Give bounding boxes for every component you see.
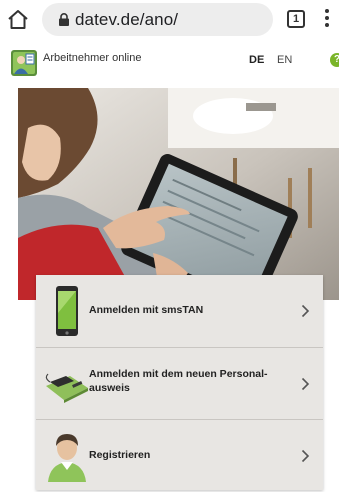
menu-item-label: Anmelden mit smsTAN bbox=[89, 304, 204, 316]
datev-logo-icon[interactable] bbox=[10, 49, 38, 77]
menu-item-label: Registrieren bbox=[89, 449, 151, 461]
help-icon[interactable]: ? bbox=[330, 53, 339, 67]
login-options-menu: Anmelden mit smsTAN Anmelden mit dem neu… bbox=[36, 275, 323, 490]
chevron-right-icon bbox=[301, 449, 310, 463]
language-de-link[interactable]: DE bbox=[249, 54, 264, 66]
app-brand-title: Arbeitnehmer online bbox=[43, 52, 142, 64]
smartphone-icon bbox=[44, 283, 90, 339]
register-button[interactable]: Registrieren bbox=[36, 419, 323, 490]
lock-icon bbox=[58, 13, 70, 26]
tab-switcher-button[interactable]: 1 bbox=[287, 10, 305, 28]
chevron-right-icon bbox=[301, 377, 310, 391]
address-bar[interactable]: datev.de/ano/ bbox=[42, 3, 273, 36]
browser-toolbar: datev.de/ano/ 1 bbox=[0, 0, 339, 40]
site-header: Arbeitnehmer online DE EN ? bbox=[0, 40, 339, 84]
kebab-menu-icon[interactable] bbox=[324, 9, 330, 31]
url-text: datev.de/ano/ bbox=[75, 10, 179, 29]
hero-image bbox=[18, 88, 339, 300]
language-en-link[interactable]: EN bbox=[277, 54, 292, 66]
login-id-card-button[interactable]: Anmelden mit dem neuen Personal-ausweis bbox=[36, 347, 323, 419]
chevron-right-icon bbox=[301, 304, 310, 318]
login-smstan-button[interactable]: Anmelden mit smsTAN bbox=[36, 275, 323, 347]
menu-item-label: Anmelden mit dem neuen Personal-ausweis bbox=[89, 368, 268, 394]
home-icon[interactable] bbox=[6, 8, 30, 32]
person-icon bbox=[44, 428, 90, 484]
id-card-reader-icon bbox=[44, 356, 90, 412]
